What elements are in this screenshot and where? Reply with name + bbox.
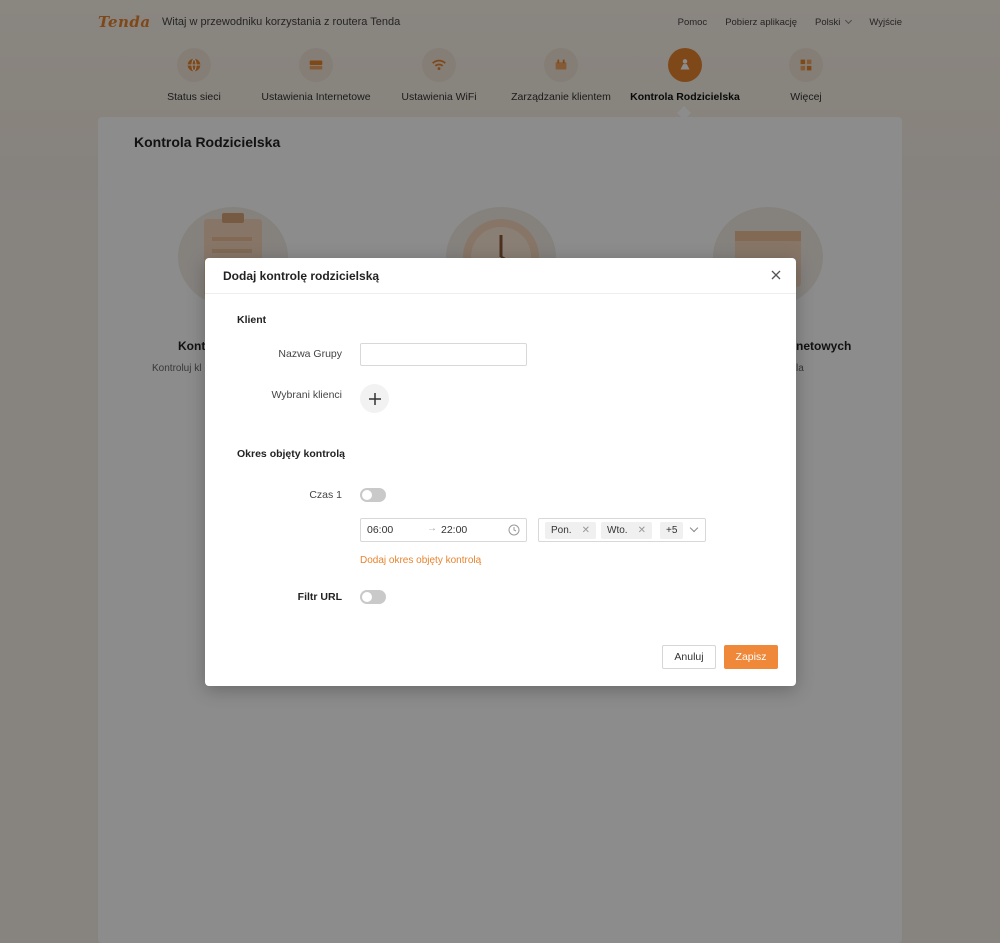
period-section-title: Okres objęty kontrolą <box>237 448 345 460</box>
group-name-input[interactable] <box>360 343 527 366</box>
end-time[interactable]: 22:00 <box>441 524 467 536</box>
remove-day-icon[interactable]: ✕ <box>638 525 646 536</box>
client-section-title: Klient <box>237 314 267 326</box>
add-parental-control-dialog: Dodaj kontrolę rodzicielską Klient Nazwa… <box>205 258 796 686</box>
url-filter-label: Filtr URL <box>297 591 342 603</box>
selected-clients-label: Wybrani klienci <box>271 389 342 401</box>
group-name-label: Nazwa Grupy <box>278 348 342 360</box>
chevron-down-icon <box>689 523 699 533</box>
dialog-header: Dodaj kontrolę rodzicielską <box>205 258 796 294</box>
time-range-picker[interactable]: 06:00 → 22:00 <box>360 518 527 542</box>
toggle-knob <box>362 490 372 500</box>
arrow-right-icon: → <box>427 523 437 534</box>
day-tag: Pon. ✕ <box>545 522 596 539</box>
close-icon[interactable] <box>769 268 783 282</box>
cancel-button[interactable]: Anuluj <box>662 645 716 669</box>
time1-label: Czas 1 <box>309 489 342 501</box>
clock-icon <box>508 524 520 536</box>
days-select[interactable]: Pon. ✕ Wto. ✕ +5 <box>538 518 706 542</box>
dialog-title: Dodaj kontrolę rodzicielską <box>223 269 380 283</box>
day-tag-label: Wto. <box>607 525 628 536</box>
day-tag: Wto. ✕ <box>601 522 652 539</box>
time1-toggle[interactable] <box>360 488 386 502</box>
save-button[interactable]: Zapisz <box>724 645 778 669</box>
add-period-link[interactable]: Dodaj okres objęty kontrolą <box>360 555 481 566</box>
remove-day-icon[interactable]: ✕ <box>582 525 590 536</box>
plus-icon <box>368 392 381 405</box>
more-days-tag: +5 <box>660 522 684 539</box>
day-tag-label: Pon. <box>551 525 572 536</box>
start-time[interactable]: 06:00 <box>367 524 393 536</box>
toggle-knob <box>362 592 372 602</box>
url-filter-toggle[interactable] <box>360 590 386 604</box>
add-client-button[interactable] <box>360 384 389 413</box>
